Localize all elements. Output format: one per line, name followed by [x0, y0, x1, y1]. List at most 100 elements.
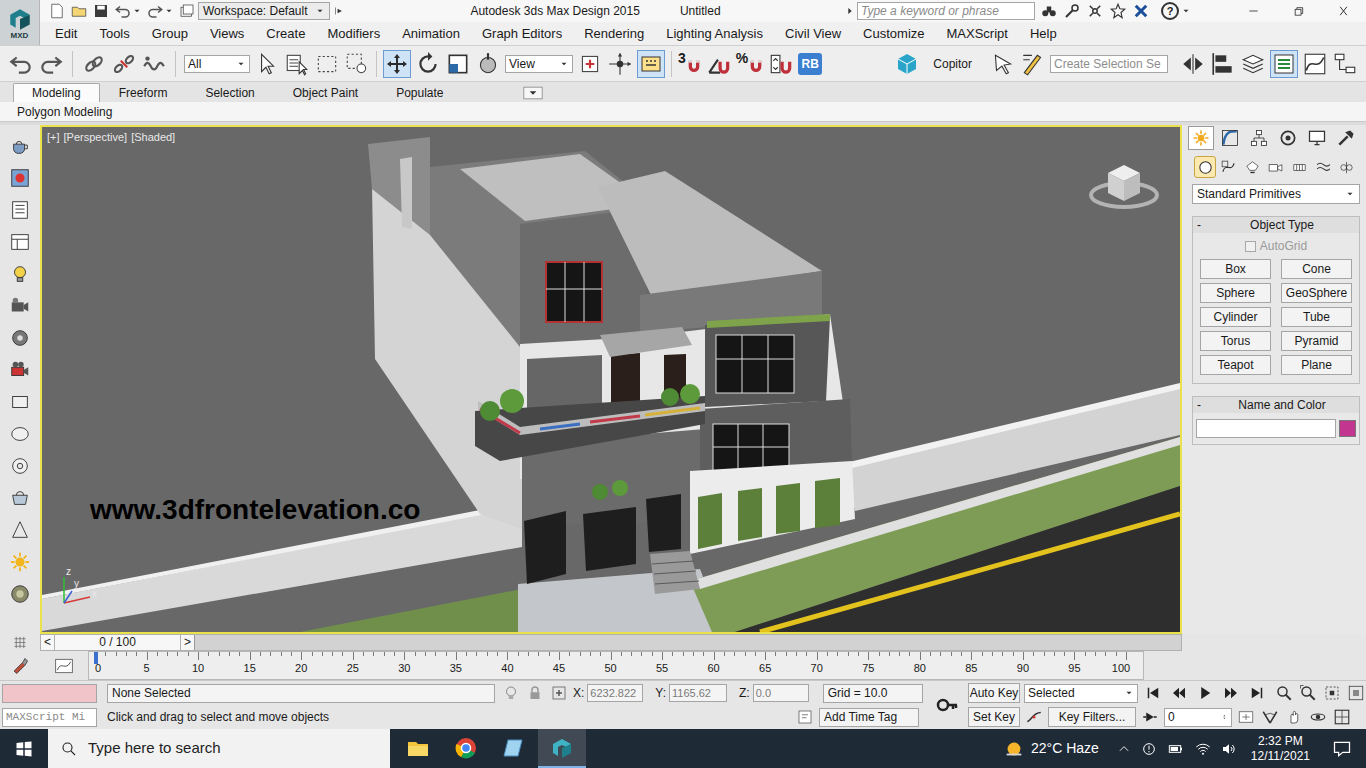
window-crossing-icon[interactable] [344, 51, 370, 77]
volume-icon[interactable] [1221, 741, 1237, 757]
place-icon[interactable] [475, 51, 501, 77]
previous-frame-button[interactable]: < [41, 635, 55, 650]
key-mode-toggle-icon[interactable] [1140, 708, 1160, 726]
close-icon[interactable] [1321, 1, 1366, 21]
layers-icon[interactable] [1240, 51, 1266, 77]
zoom-icon[interactable] [1274, 684, 1294, 702]
menu-item[interactable]: Modifiers [316, 22, 391, 45]
menu-item[interactable]: Create [255, 22, 316, 45]
ribbon-tab[interactable]: Selection [186, 83, 273, 102]
snaps-toggle[interactable]: 3 [678, 51, 702, 77]
time-tag-icon[interactable] [795, 708, 815, 726]
menu-item[interactable]: Help [1019, 22, 1068, 45]
notification-icon[interactable] [1332, 739, 1352, 759]
battery-icon[interactable] [1167, 741, 1185, 757]
project-folder-icon[interactable] [178, 2, 196, 20]
current-frame-field[interactable]: 0 [1164, 708, 1232, 727]
infocenter-search[interactable] [857, 2, 1035, 20]
object-category[interactable] [1312, 156, 1334, 178]
command-panel-tab[interactable] [1188, 126, 1214, 150]
autogrid-row[interactable]: AutoGrid [1193, 237, 1359, 255]
menu-item[interactable]: Tools [88, 22, 140, 45]
select-pointer-icon[interactable] [990, 51, 1016, 77]
key-filters-button[interactable]: Key Filters... [1048, 707, 1136, 727]
key-mode-dropdown[interactable]: Selected [1024, 684, 1138, 703]
ribbon-tab[interactable]: Modeling [13, 83, 100, 102]
ribbon-tab[interactable]: Object Paint [274, 83, 377, 102]
taskbar-app[interactable] [538, 729, 586, 768]
disc-icon[interactable] [9, 583, 31, 605]
menu-item[interactable]: Rendering [573, 22, 655, 45]
spinner-snap-icon[interactable] [768, 51, 794, 77]
paint-icon[interactable] [10, 656, 30, 676]
favorites-icon[interactable] [1108, 2, 1128, 20]
minimize-icon[interactable] [1231, 1, 1276, 21]
zoom-extents-icon[interactable] [1322, 684, 1342, 702]
help-button[interactable]: ? [1161, 2, 1179, 20]
new-file-icon[interactable] [48, 2, 66, 20]
dolly-icon[interactable] [9, 327, 31, 349]
go-to-end-icon[interactable] [1246, 684, 1268, 702]
viewport-label[interactable]: [Shaded] [131, 129, 175, 146]
viewport-labels[interactable]: [+] [Perspective][Shaded] [47, 129, 175, 146]
menu-item[interactable]: Lighting Analysis [655, 22, 774, 45]
auto-key-button[interactable]: Auto Key [968, 683, 1020, 703]
taskbar-search[interactable] [48, 729, 390, 768]
time-slider-thumb[interactable]: <0 / 100> [41, 635, 195, 650]
viewport-label[interactable]: [Perspective] [64, 129, 128, 146]
redo-icon[interactable] [146, 2, 164, 20]
ribbon-tab[interactable]: Freeform [100, 83, 187, 102]
edit-named-selection-icon[interactable] [1020, 51, 1046, 77]
light-bulb-icon[interactable] [9, 263, 31, 285]
save-icon[interactable] [92, 2, 110, 20]
rollout-header[interactable]: - Object Type [1193, 217, 1359, 233]
basket-icon[interactable] [9, 487, 31, 509]
key-icon[interactable] [929, 693, 965, 717]
scene-explorer-button[interactable] [1270, 50, 1298, 78]
menu-item[interactable]: Group [141, 22, 199, 45]
camera-icon[interactable] [9, 295, 31, 317]
subscription-icon[interactable] [1062, 2, 1082, 20]
object-name-field[interactable] [1196, 419, 1336, 438]
box-icon[interactable] [9, 391, 31, 413]
spinner-icon[interactable] [1223, 709, 1231, 725]
expand-search-icon[interactable] [845, 4, 855, 18]
maxscript-listener-input[interactable]: MAXScript Mi [2, 708, 97, 727]
object-category[interactable] [1194, 156, 1216, 178]
object-category[interactable] [1265, 156, 1287, 178]
menu-item[interactable]: MAXScript [936, 22, 1019, 45]
rb-button[interactable]: RB [798, 53, 822, 75]
workspace-dropdown[interactable]: Workspace: Default [198, 2, 330, 20]
menu-item[interactable]: Edit [44, 22, 88, 45]
video-camera-icon[interactable] [9, 359, 31, 381]
link-icon[interactable] [81, 51, 107, 77]
weather-icon[interactable] [1003, 738, 1025, 760]
zoom-extents-all-icon[interactable] [1346, 684, 1366, 702]
cone-icon[interactable] [9, 519, 31, 541]
set-key-button[interactable]: Set Key [968, 707, 1020, 727]
z-field[interactable]: 0.0 [753, 684, 809, 702]
selection-filter-dropdown[interactable]: All [184, 55, 250, 73]
object-type-button[interactable]: GeoSphere [1281, 283, 1352, 303]
restore-icon[interactable] [1276, 1, 1321, 21]
bind-spacewarp-icon[interactable] [141, 51, 167, 77]
reference-coordinate-dropdown[interactable]: View [505, 55, 573, 73]
undo-icon[interactable] [114, 2, 132, 20]
object-type-button[interactable]: Plane [1281, 355, 1352, 375]
lock-icon[interactable] [525, 684, 545, 702]
isolate-icon[interactable] [501, 684, 521, 702]
curve-editor-icon[interactable] [1302, 51, 1328, 77]
mirror-icon[interactable] [1180, 51, 1206, 77]
mini-curve-editor-icon[interactable] [53, 656, 75, 676]
command-panel-tab[interactable] [1275, 126, 1301, 150]
viewport-label[interactable]: [+] [47, 129, 60, 146]
command-panel-tab[interactable] [1246, 126, 1272, 150]
unlink-icon[interactable] [111, 51, 137, 77]
object-type-button[interactable]: Pyramid [1281, 331, 1352, 351]
select-by-name-icon[interactable] [284, 51, 310, 77]
play-icon[interactable] [1194, 684, 1216, 702]
render-frame-icon[interactable] [9, 167, 31, 189]
object-color-swatch[interactable] [1339, 420, 1356, 437]
next-frame-icon[interactable] [1220, 684, 1242, 702]
viewcube-icon[interactable] [1088, 155, 1160, 215]
